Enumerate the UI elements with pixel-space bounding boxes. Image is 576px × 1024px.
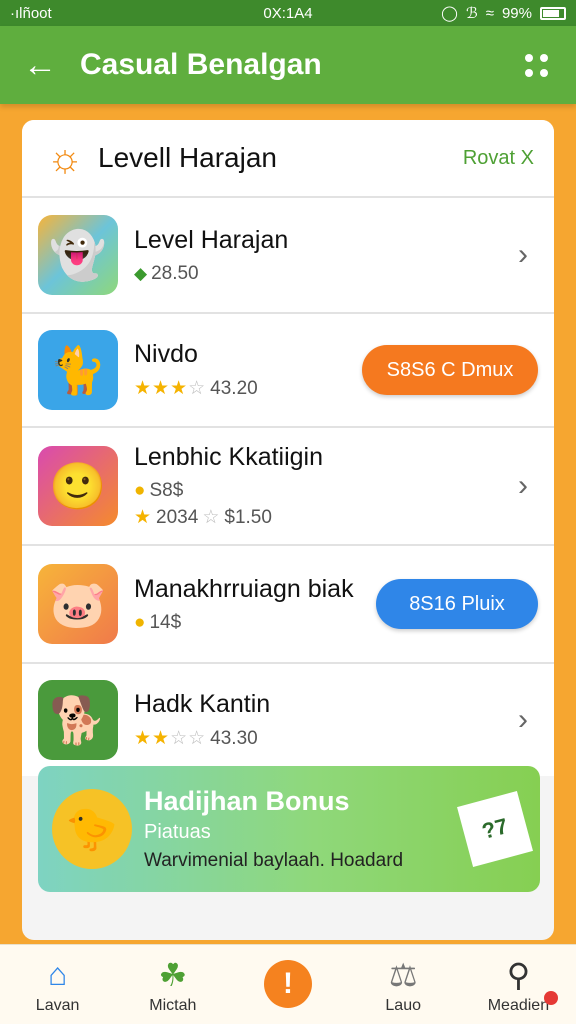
battery-icon bbox=[540, 6, 566, 20]
app-title: Casual Benalgan bbox=[80, 48, 322, 81]
chick-mascot-icon: 🐤 bbox=[52, 789, 132, 869]
bonus-body: Hadijhan Bonus Piatuas Warvimenial bayla… bbox=[144, 786, 464, 872]
chevron-right-icon[interactable]: › bbox=[508, 703, 538, 737]
coin-icon: ● bbox=[134, 480, 146, 501]
star-rating: ☆ bbox=[202, 507, 221, 528]
list-item[interactable]: 🐈 Nivdo ★★★☆ 43.20 S8S6 C Dmux bbox=[22, 312, 554, 426]
list-item-meta: ● S8$ bbox=[134, 480, 508, 502]
list-item-action-button[interactable]: 8S16 Pluix bbox=[376, 579, 538, 629]
list-item-meta: ★★★☆ 43.20 bbox=[134, 377, 362, 400]
list-item-meta: ● 14$ bbox=[134, 612, 376, 634]
smiling-sun-icon: 🙂 bbox=[38, 446, 118, 526]
back-arrow-icon: ← bbox=[23, 45, 57, 84]
nav-item-search[interactable]: ⚲ Meadien bbox=[461, 945, 576, 1024]
diamond-icon: ◆ bbox=[134, 263, 148, 283]
status-bar: ·ılñoot 0X:1A4 ◯ ℬ ≈ 99% bbox=[0, 0, 576, 26]
back-button[interactable]: ← bbox=[0, 46, 80, 85]
dot-icon bbox=[539, 53, 548, 62]
search-icon: ⚲ bbox=[506, 956, 531, 993]
ghost-mascot-icon: 👻 bbox=[38, 215, 118, 295]
nav-item-home[interactable]: ⌂ Lavan bbox=[0, 945, 115, 1024]
main-card: ☼ Levell Harajan Rovat X 👻 Level Harajan… bbox=[22, 120, 554, 940]
more-menu-button[interactable] bbox=[496, 53, 576, 77]
dot-icon bbox=[539, 68, 548, 77]
sun-icon: ☼ bbox=[46, 135, 84, 180]
list-item[interactable]: 🙂 Lenbhic Kkatiigin ● S8$ ★ 2034 ☆ $1.50… bbox=[22, 426, 554, 544]
star-rating: ★★★☆ bbox=[134, 378, 207, 399]
list-item-value: 43.30 bbox=[210, 727, 258, 749]
pig-mascot-icon: 🐷 bbox=[38, 564, 118, 644]
black-cat-icon: 🐈 bbox=[38, 330, 118, 410]
list-item-meta-secondary: ★ 2034 ☆ $1.50 bbox=[134, 506, 508, 529]
bag-icon: ⚖ bbox=[388, 956, 418, 993]
list-item-name: Manakhrruiagn biak bbox=[134, 574, 354, 603]
app-bar: ← Casual Benalgan bbox=[0, 26, 576, 104]
nav-label: Mictah bbox=[149, 996, 197, 1014]
list-item-value: 43.20 bbox=[210, 377, 258, 399]
gift-icon: ☘ bbox=[158, 956, 188, 993]
bonus-subtitle: Piatuas bbox=[144, 821, 211, 843]
list-item-meta: ◆ 28.50 bbox=[134, 263, 508, 285]
brown-dog-icon: 🐕 bbox=[38, 680, 118, 760]
list-item-price: $1.50 bbox=[224, 506, 272, 528]
chevron-right-icon[interactable]: › bbox=[508, 469, 538, 503]
list-item-name: Hadk Kantin bbox=[134, 690, 271, 718]
bottom-nav: ⌂ Lavan ☘ Mictah ! ⚖ Lauo ⚲ Meadien bbox=[0, 944, 576, 1024]
clock: 0X:1A4 bbox=[263, 4, 313, 22]
nav-label: Lavan bbox=[35, 996, 80, 1014]
bonus-banner[interactable]: 🐤 Hadijhan Bonus Piatuas Warvimenial bay… bbox=[38, 766, 540, 892]
list-item-value: 28.50 bbox=[151, 262, 199, 284]
list-item-body: Nivdo ★★★☆ 43.20 bbox=[134, 340, 362, 400]
nav-label: Meadien bbox=[487, 996, 550, 1014]
list-item-name: Nivdo bbox=[134, 340, 198, 368]
nav-label: Lauo bbox=[385, 996, 421, 1014]
star-icon: ★ bbox=[134, 507, 153, 528]
card-action-link[interactable]: Rovat X bbox=[463, 147, 534, 170]
card-header: ☼ Levell Harajan Rovat X bbox=[22, 120, 554, 196]
list-item[interactable]: 🐷 Manakhrruiagn biak ● 14$ 8S16 Pluix bbox=[22, 544, 554, 662]
star-rating: ★★☆☆ bbox=[134, 728, 207, 749]
alert-icon: ! bbox=[264, 959, 312, 1008]
dot-icon bbox=[524, 68, 533, 77]
notification-dot bbox=[544, 991, 559, 1005]
bonus-flag: ?7 bbox=[457, 791, 533, 867]
dot-icon bbox=[524, 53, 533, 62]
list-item-body: Lenbhic Kkatiigin ● S8$ ★ 2034 ☆ $1.50 bbox=[134, 443, 508, 529]
nav-item-bag[interactable]: ⚖ Lauo bbox=[346, 945, 461, 1024]
bonus-description: Warvimenial baylaah. Hoadard bbox=[144, 850, 404, 871]
list-item[interactable]: 🐕 Hadk Kantin ★★☆☆ 43.30 › bbox=[22, 662, 554, 776]
card-title: Levell Harajan bbox=[98, 142, 277, 173]
list-item-name: Lenbhic Kkatiigin bbox=[134, 443, 324, 471]
list-item-body: Hadk Kantin ★★☆☆ 43.30 bbox=[134, 690, 508, 750]
list-item-body: Level Harajan ◆ 28.50 bbox=[134, 226, 508, 285]
list-item-value: S8$ bbox=[149, 480, 184, 501]
bonus-title: Hadijhan Bonus bbox=[144, 786, 350, 816]
chevron-right-icon[interactable]: › bbox=[508, 238, 538, 272]
list-item-value: 14$ bbox=[149, 611, 182, 633]
list-item-action-button[interactable]: S8S6 C Dmux bbox=[362, 345, 538, 395]
list-item-rating-count: 2034 bbox=[156, 506, 199, 528]
home-icon: ⌂ bbox=[47, 956, 68, 992]
list-item-meta: ★★☆☆ 43.30 bbox=[134, 727, 508, 750]
coin-icon: ● bbox=[134, 611, 146, 633]
list-item-body: Manakhrruiagn biak ● 14$ bbox=[134, 575, 376, 634]
nav-item-gift[interactable]: ☘ Mictah bbox=[115, 945, 230, 1024]
nav-item-alert[interactable]: ! bbox=[230, 945, 345, 1024]
list-item[interactable]: 👻 Level Harajan ◆ 28.50 › bbox=[22, 196, 554, 312]
list-item-name: Level Harajan bbox=[134, 225, 289, 254]
